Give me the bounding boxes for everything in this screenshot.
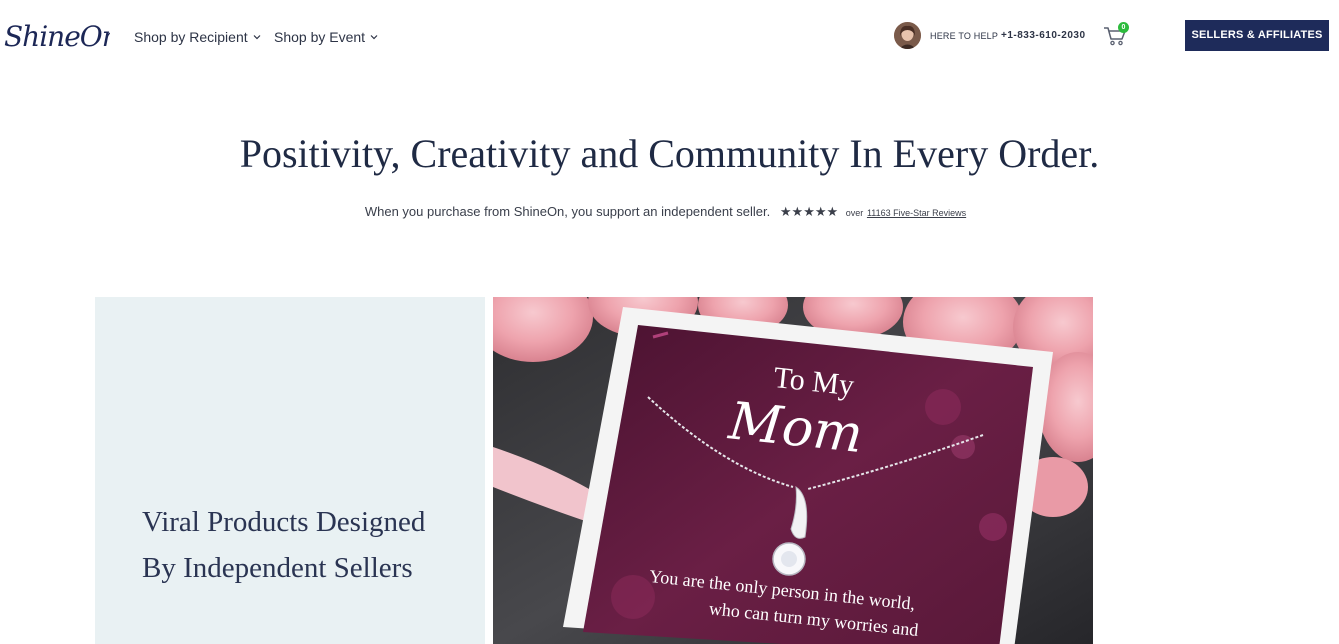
feature-headline-line1: Viral Products Designed (142, 506, 426, 538)
feature-panel: Viral Products Designed By Independent S… (95, 297, 485, 644)
feature-headline-line2: By Independent Sellers (142, 552, 413, 584)
chevron-down-icon (370, 35, 378, 40)
support-avatar (894, 22, 921, 49)
logo-wordmark: ShineOn (4, 20, 110, 53)
site-header: ShineOn Shop by Recipient Shop by Event … (0, 0, 1339, 74)
sellers-affiliates-button[interactable]: SELLERS & AFFILIATES (1185, 20, 1329, 51)
page-title: Positivity, Creativity and Community In … (239, 131, 1100, 176)
cart-count-badge: 0 (1118, 22, 1129, 33)
feature-headline: Viral Products Designed By Independent S… (142, 499, 462, 591)
necklace-gift-photo: To My Mom You are the only person in the… (493, 297, 1093, 644)
shineon-logo[interactable]: ShineOn (4, 14, 110, 56)
support-text: When you purchase from ShineOn, you supp… (364, 204, 771, 219)
reviews-prefix: over (845, 208, 864, 218)
support-phone[interactable]: +1-833-610-2030 (1001, 30, 1086, 41)
rating-stars: ★★★★★ (779, 204, 839, 219)
help-label: HERE TO HELP (930, 31, 999, 41)
nav-shop-by-event[interactable]: Shop by Event (274, 29, 378, 45)
product-image[interactable]: To My Mom You are the only person in the… (493, 297, 1093, 644)
nav-shop-by-event-label: Shop by Event (274, 29, 366, 45)
nav-shop-by-recipient[interactable]: Shop by Recipient (134, 29, 261, 45)
nav-shop-by-recipient-label: Shop by Recipient (134, 29, 248, 45)
svg-text:ShineOn: ShineOn (4, 20, 110, 53)
chevron-down-icon (253, 35, 261, 40)
support-subline: When you purchase from ShineOn, you supp… (0, 204, 1331, 220)
reviews-link[interactable]: 11163 Five-Star Reviews (867, 208, 966, 218)
